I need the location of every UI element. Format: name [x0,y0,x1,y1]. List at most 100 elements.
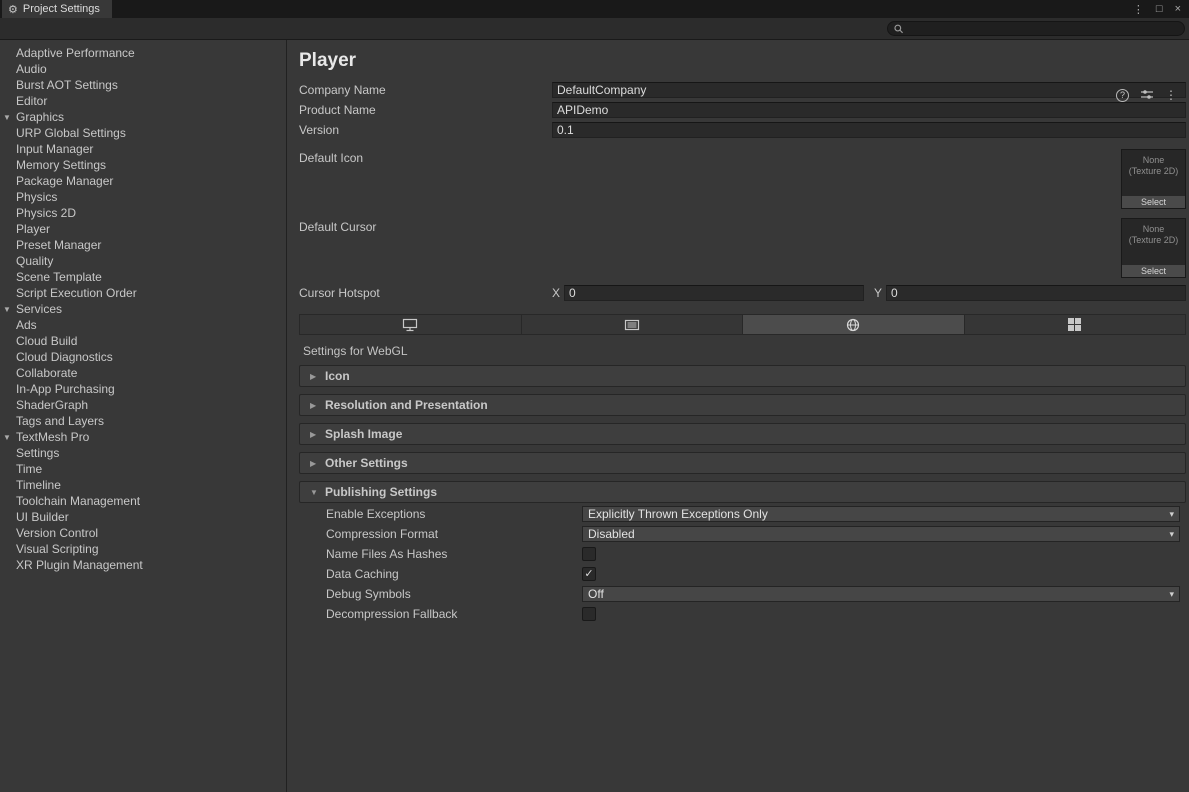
sidebar-item[interactable]: ▼ Graphics [0,109,286,125]
publishing-row: Data Caching ▾ ✓ [299,564,1186,584]
platform-tab-server[interactable] [522,315,744,334]
sidebar-item[interactable]: ▼ UI Builder [0,509,286,525]
presets-icon[interactable] [1140,89,1154,101]
sidebar-item-label: Audio [16,62,47,76]
text-field[interactable] [552,82,1186,98]
sidebar-item[interactable]: ▼ Quality [0,253,286,269]
sidebar-item[interactable]: ▼ TextMesh Pro [0,429,286,445]
collapsed-sections: ▶ Icon ▶ Resolution and Presentation ▶ S… [299,365,1186,474]
sidebar-item[interactable]: ▼ Player [0,221,286,237]
sidebar-item[interactable]: ▼ Tags and Layers [0,413,286,429]
checkbox[interactable]: ✓ [582,567,596,581]
page-title: Player [299,48,1186,74]
section-publishing-settings[interactable]: ▼ Publishing Settings [299,481,1186,503]
field-label: Company Name [299,83,552,97]
section-header[interactable]: ▶ Icon [299,365,1186,387]
object-picker[interactable]: None (Texture 2D) Select [1121,218,1186,278]
sidebar-item[interactable]: ▼ Ads [0,317,286,333]
sidebar-item[interactable]: ▼ XR Plugin Management [0,557,286,573]
sidebar-item-label: Settings [16,446,59,460]
chevron-down-icon: ▾ [1169,589,1174,600]
search-input[interactable] [908,23,1178,35]
windows-icon [1068,318,1081,331]
sidebar-item-label: Quality [16,254,53,268]
dropdown[interactable]: Explicitly Thrown Exceptions Only ▾ [582,506,1180,522]
sidebar-item[interactable]: ▼ Package Manager [0,173,286,189]
section-header[interactable]: ▶ Resolution and Presentation [299,394,1186,416]
section-label: Splash Image [325,427,402,441]
sidebar-item-label: Time [16,462,42,476]
sidebar-item-label: Timeline [16,478,61,492]
sidebar-item-label: Version Control [16,526,98,540]
publishing-row: Decompression Fallback ▾ ✓ [299,604,1186,624]
sidebar-item[interactable]: ▼ Collaborate [0,365,286,381]
sidebar-item[interactable]: ▼ ShaderGraph [0,397,286,413]
sidebar-item-label: URP Global Settings [16,126,126,140]
sidebar-item[interactable]: ▼ In-App Purchasing [0,381,286,397]
section-header[interactable]: ▶ Other Settings [299,452,1186,474]
section-label: Other Settings [325,456,408,470]
select-button[interactable]: Select [1122,196,1185,208]
sidebar-item-label: Adaptive Performance [16,46,135,60]
sidebar-item[interactable]: ▼ Visual Scripting [0,541,286,557]
checkbox[interactable]: ✓ [582,547,596,561]
select-button[interactable]: Select [1122,265,1185,277]
sidebar-item[interactable]: ▼ Preset Manager [0,237,286,253]
foldout-open-icon[interactable]: ▼ [3,110,11,126]
check-icon: ✓ [584,569,593,580]
sidebar-item[interactable]: ▼ Timeline [0,477,286,493]
sidebar-item[interactable]: ▼ Version Control [0,525,286,541]
platform-tab-webgl[interactable] [743,315,965,334]
search-box[interactable] [887,21,1185,36]
foldout-open-icon[interactable]: ▼ [3,302,11,318]
dropdown[interactable]: Off ▾ [582,586,1180,602]
chevron-right-icon: ▶ [310,430,322,439]
sidebar-item[interactable]: ▼ URP Global Settings [0,125,286,141]
window-menu-icon[interactable]: ⋮ [1133,3,1144,16]
maximize-icon[interactable]: □ [1156,3,1163,15]
sidebar-item-label: Toolchain Management [16,494,140,508]
sidebar-item[interactable]: ▼ Script Execution Order [0,285,286,301]
sidebar-item[interactable]: ▼ Scene Template [0,269,286,285]
sidebar-item-label: Script Execution Order [16,286,137,300]
sidebar-item-label: XR Plugin Management [16,558,143,572]
object-picker[interactable]: None (Texture 2D) Select [1121,149,1186,209]
setting-control: Explicitly Thrown Exceptions Only ▾ ✓ [582,506,1180,522]
sidebar-item[interactable]: ▼ Physics [0,189,286,205]
sidebar-item[interactable]: ▼ Physics 2D [0,205,286,221]
object-none-label: None (Texture 2D) [1122,224,1185,246]
foldout-open-icon[interactable]: ▼ [3,430,11,446]
sidebar-item[interactable]: ▼ Editor [0,93,286,109]
hotspot-y-field[interactable] [886,285,1186,301]
sidebar-item[interactable]: ▼ Time [0,461,286,477]
chevron-right-icon: ▶ [310,459,322,468]
checkbox[interactable]: ✓ [582,607,596,621]
sidebar-item[interactable]: ▼ Cloud Build [0,333,286,349]
close-icon[interactable]: × [1175,3,1181,15]
text-field[interactable] [552,122,1186,138]
sidebar-item-label: Preset Manager [16,238,101,252]
cursor-hotspot-row: Cursor Hotspot X Y [299,285,1186,301]
setting-control: ▾ ✓ [582,567,1180,581]
platform-tab-standalone[interactable] [300,315,522,334]
sidebar-item[interactable]: ▼ Services [0,301,286,317]
section-header[interactable]: ▶ Splash Image [299,423,1186,445]
help-icon[interactable]: ? [1116,89,1129,102]
more-options-icon[interactable]: ⋮ [1165,88,1177,102]
sidebar-item[interactable]: ▼ Adaptive Performance [0,45,286,61]
hotspot-x-field[interactable] [564,285,864,301]
sidebar-item[interactable]: ▼ Burst AOT Settings [0,77,286,93]
project-settings-window: ⚙ Project Settings ⋮ □ × ▼ Adaptive Perf… [0,0,1189,792]
sidebar-item[interactable]: ▼ Input Manager [0,141,286,157]
text-field[interactable] [552,102,1186,118]
sidebar-item[interactable]: ▼ Audio [0,61,286,77]
field-label: Product Name [299,103,552,117]
dropdown-value: Explicitly Thrown Exceptions Only [588,507,1165,521]
window-tab-project-settings[interactable]: ⚙ Project Settings [2,0,112,18]
sidebar-item[interactable]: ▼ Cloud Diagnostics [0,349,286,365]
sidebar-item[interactable]: ▼ Settings [0,445,286,461]
platform-tab-windows[interactable] [965,315,1186,334]
dropdown[interactable]: Disabled ▾ [582,526,1180,542]
sidebar-item[interactable]: ▼ Memory Settings [0,157,286,173]
sidebar-item[interactable]: ▼ Toolchain Management [0,493,286,509]
